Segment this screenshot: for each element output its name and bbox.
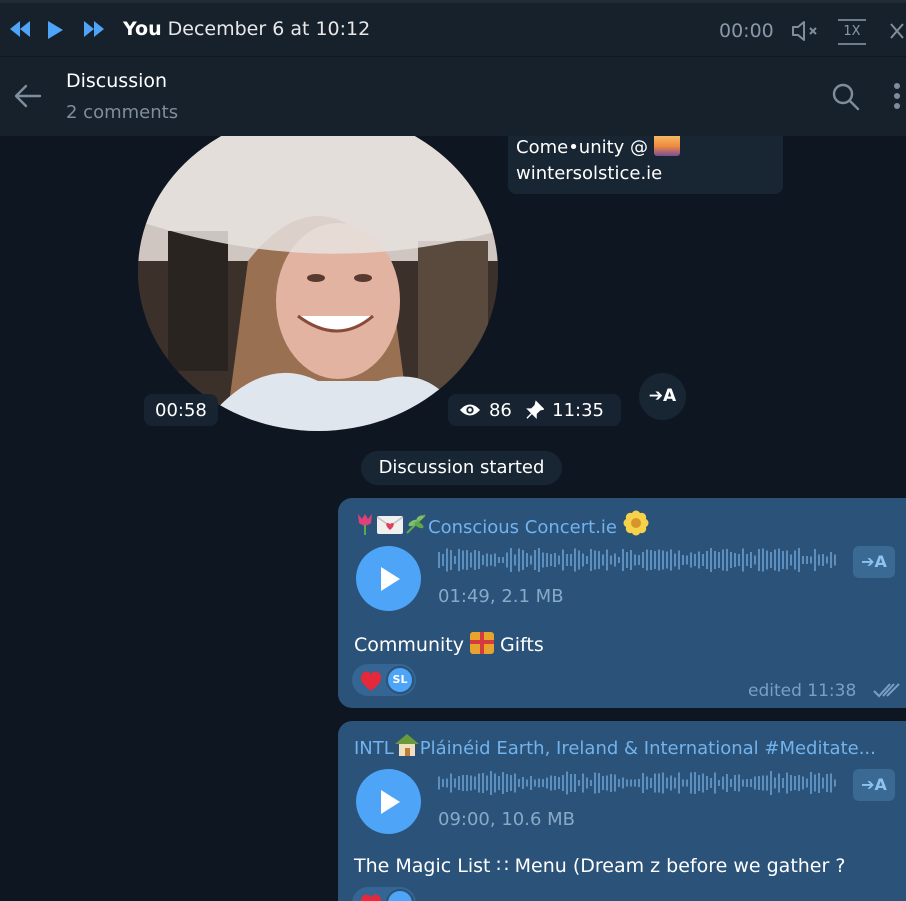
discussion-started-label: Discussion started (361, 451, 562, 485)
search-icon[interactable] (832, 83, 860, 115)
comment-count: 2 comments (66, 102, 179, 123)
skip-back-icon[interactable] (8, 20, 32, 38)
gift-icon (470, 632, 495, 654)
hut-icon (394, 734, 419, 756)
page-title: Discussion (66, 70, 168, 92)
caption-line-1: Come•unity @ (516, 136, 775, 161)
view-count: 86 (488, 399, 512, 421)
sunrise-emoji-icon (653, 136, 680, 156)
caption-line-2[interactable]: wintersolstice.ie (516, 161, 775, 187)
play-audio-button[interactable] (356, 546, 421, 611)
reaction-chip[interactable] (352, 887, 416, 901)
reaction-chip[interactable]: SL (352, 664, 416, 696)
blossom-icon (623, 510, 649, 536)
tulip-icon (358, 514, 372, 535)
pin-icon (526, 400, 545, 419)
transcribe-video-button[interactable]: ➔A (639, 373, 686, 420)
message-sender[interactable]: Conscious Concert.ie (354, 510, 894, 538)
video-meta-badge: 86 11:35 (448, 394, 621, 426)
message-sender[interactable]: INTL Pláinéid Earth, Ireland & Internatio… (354, 733, 894, 759)
discussion-header: Discussion 2 comments (0, 56, 906, 136)
audio-duration-size: 09:00, 10.6 MB (438, 809, 575, 830)
transcribe-audio-button[interactable]: ➔A (853, 769, 895, 801)
round-video-message[interactable] (138, 136, 498, 431)
eye-icon (459, 404, 481, 416)
heart-icon (360, 894, 382, 901)
message-caption: The Magic List ∷ Menu (Dream z before we… (354, 855, 846, 877)
avatar: SL (386, 666, 414, 694)
audio-waveform[interactable] (438, 770, 838, 796)
player-track-title[interactable]: You December 6 at 10:12 (123, 18, 370, 40)
play-audio-button[interactable] (356, 769, 421, 834)
audio-duration-size: 01:49, 2.1 MB (438, 586, 564, 607)
double-check-icon (873, 683, 900, 698)
post-time: 11:35 (552, 399, 604, 421)
heart-icon (360, 671, 382, 691)
player-time: 00:00 (719, 20, 774, 42)
video-duration-badge: 00:58 (144, 394, 218, 426)
avatar (386, 889, 414, 901)
close-icon[interactable] (889, 22, 905, 44)
play-icon[interactable] (46, 20, 64, 40)
message-caption: Community Gifts (354, 632, 544, 656)
playback-speed-button[interactable]: 1X (838, 19, 866, 45)
arrow-left-icon[interactable] (14, 83, 42, 113)
skip-forward-icon[interactable] (82, 20, 106, 38)
audio-waveform[interactable] (438, 547, 838, 573)
transcribe-audio-button[interactable]: ➔A (853, 546, 895, 578)
love-letter-icon (376, 516, 404, 534)
volume-muted-icon[interactable] (791, 20, 821, 46)
player-date: December 6 at 10:12 (167, 18, 371, 40)
chat-area[interactable]: Come•unity @ wintersolstice.ie 00:58 86 … (0, 136, 906, 901)
message-bubble[interactable]: Conscious Concert.ie 01:49, 2.1 MB ➔A Co… (338, 498, 906, 708)
audio-player-bar: You December 6 at 10:12 00:00 1X (0, 0, 906, 56)
player-author: You (123, 18, 162, 40)
more-vertical-icon[interactable] (893, 83, 901, 113)
message-status: edited 11:38 (748, 681, 857, 701)
message-bubble[interactable]: INTL Pláinéid Earth, Ireland & Internatio… (338, 721, 906, 901)
video-caption: Come•unity @ wintersolstice.ie (508, 136, 783, 194)
play-icon (381, 567, 400, 591)
herb-icon (406, 514, 426, 534)
play-icon (381, 790, 400, 814)
